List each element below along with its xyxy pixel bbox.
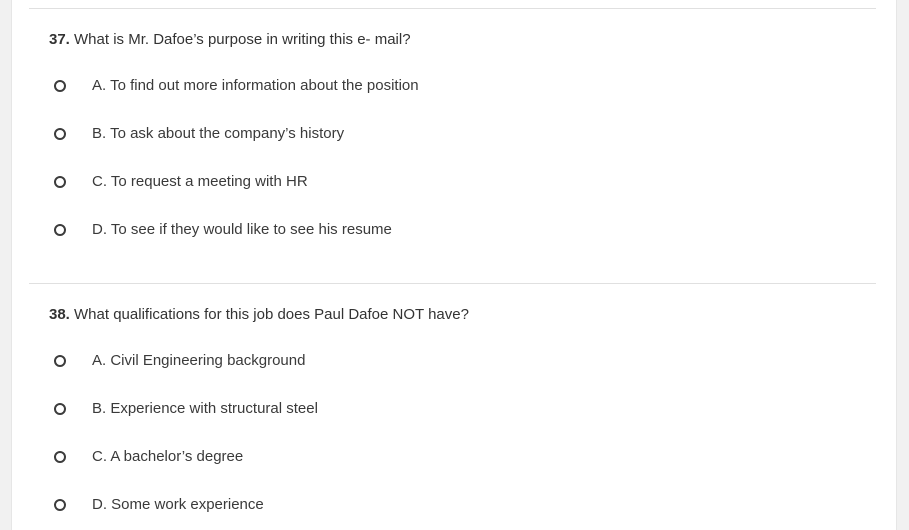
divider (29, 8, 876, 9)
radio-button[interactable] (54, 451, 66, 463)
option-label: A. To find out more information about th… (92, 77, 419, 94)
option-label: D. Some work experience (92, 496, 264, 513)
option-label: D. To see if they would like to see his … (92, 221, 392, 238)
question-37-prompt: 37. What is Mr. Dafoe’s purpose in writi… (49, 30, 411, 50)
option-label: C. A bachelor’s degree (92, 448, 244, 465)
radio-button[interactable] (54, 128, 66, 140)
q37-option-b[interactable]: B. To ask about the company’s history (54, 124, 344, 144)
radio-button[interactable] (54, 499, 66, 511)
divider (29, 283, 876, 284)
q38-option-b[interactable]: B. Experience with structural steel (54, 399, 318, 419)
radio-button[interactable] (54, 80, 66, 92)
radio-button[interactable] (54, 355, 66, 367)
question-number: 38. (49, 306, 70, 323)
q38-option-d[interactable]: D. Some work experience (54, 495, 264, 515)
question-number: 37. (49, 31, 70, 48)
q38-option-c[interactable]: C. A bachelor’s degree (54, 447, 243, 467)
question-38-prompt: 38. What qualifications for this job doe… (49, 305, 469, 325)
question-text: What is Mr. Dafoe’s purpose in writing t… (69, 31, 411, 48)
option-label: B. To ask about the company’s history (92, 125, 345, 142)
radio-button[interactable] (54, 176, 66, 188)
q37-option-d[interactable]: D. To see if they would like to see his … (54, 220, 392, 240)
option-label: A. Civil Engineering background (92, 352, 306, 369)
radio-button[interactable] (54, 224, 66, 236)
q37-option-c[interactable]: C. To request a meeting with HR (54, 172, 308, 192)
option-label: B. Experience with structural steel (92, 400, 318, 417)
q37-option-a[interactable]: A. To find out more information about th… (54, 76, 419, 96)
question-text: What qualifications for this job does Pa… (69, 306, 469, 323)
quiz-card: 37. What is Mr. Dafoe’s purpose in writi… (11, 0, 897, 530)
q38-option-a[interactable]: A. Civil Engineering background (54, 351, 305, 371)
option-label: C. To request a meeting with HR (92, 173, 308, 190)
radio-button[interactable] (54, 403, 66, 415)
